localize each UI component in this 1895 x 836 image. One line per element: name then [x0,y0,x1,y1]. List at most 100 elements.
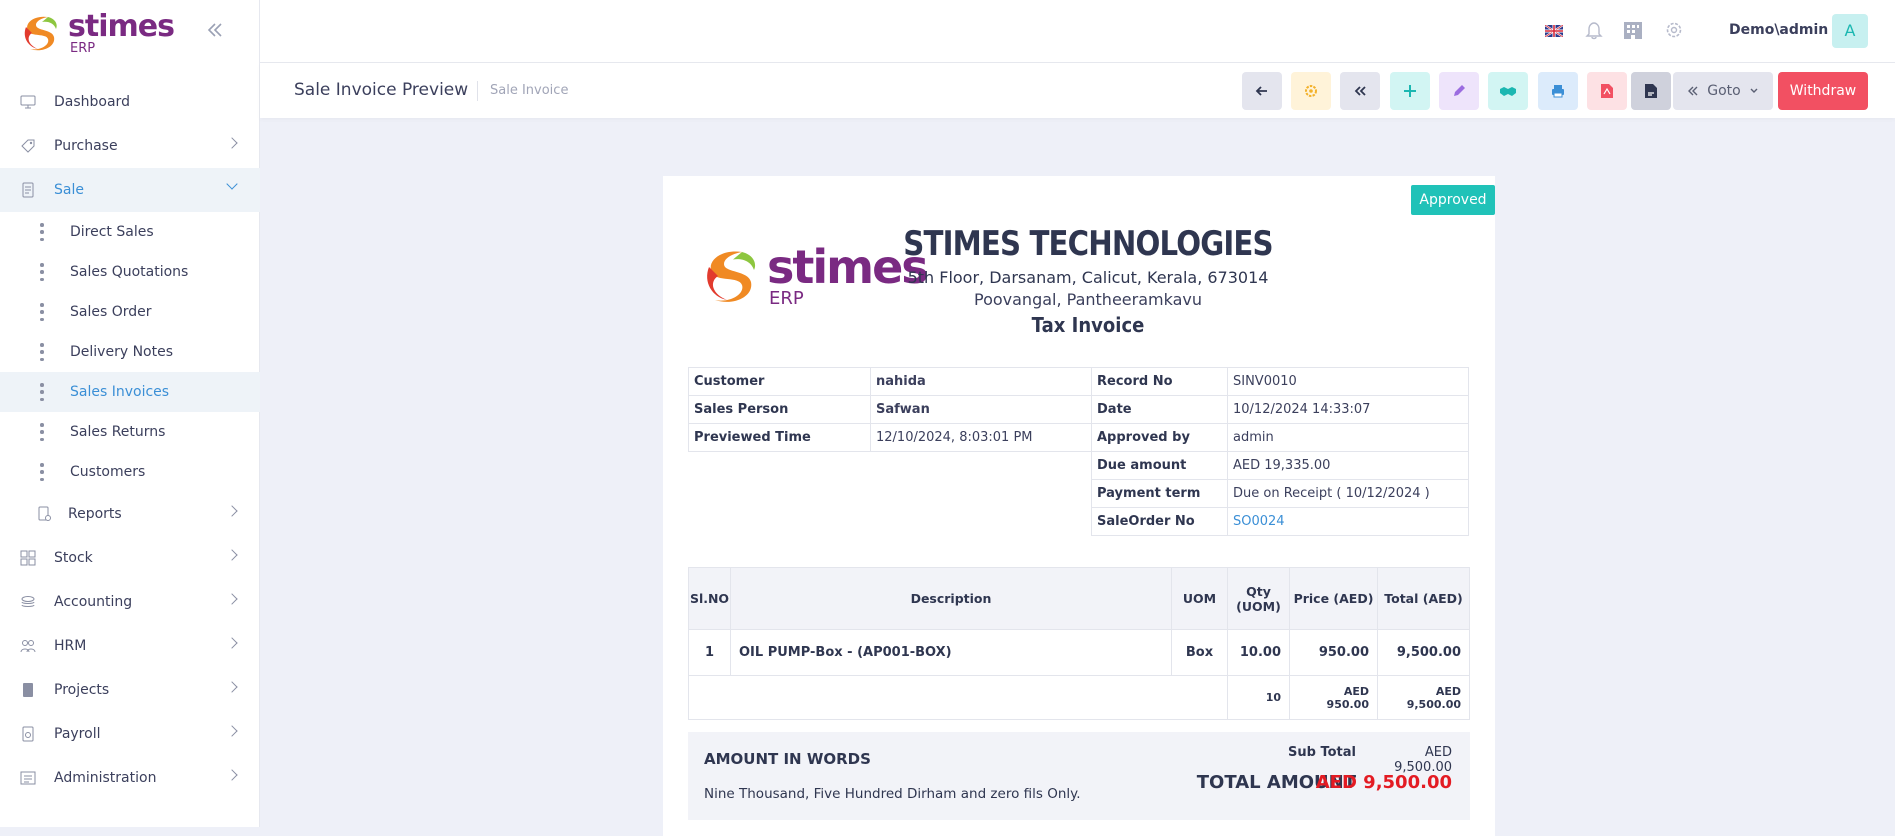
settings-icon [1305,85,1317,97]
print-icon [1552,85,1564,98]
handshake-icon [1500,87,1516,96]
goto-dropdown[interactable]: Goto [1673,72,1773,110]
layers-icon [20,594,36,610]
kebab-icon [40,463,44,481]
sidebar-item-administration[interactable]: Administration [0,756,260,800]
info-row: Customer nahida [688,367,1092,396]
kebab-icon [40,423,44,441]
sidebar-item-accounting[interactable]: Accounting [0,580,260,624]
info-value: AED 19,335.00 [1227,451,1469,480]
sidebar-item-purchase[interactable]: Purchase [0,124,260,168]
sidebar-item-payroll[interactable]: Payroll [0,712,260,756]
add-button[interactable] [1390,72,1430,110]
sidebar-item-dashboard[interactable]: Dashboard [0,80,260,124]
info-value: Due on Receipt ( 10/12/2024 ) [1227,479,1469,508]
info-row: Approved by admin [1091,423,1469,452]
sidebar-subitem-reports[interactable]: Reports [0,492,260,536]
cell-description: OIL PUMP-Box - (AP001-BOX) [730,629,1172,676]
cell-empty [730,675,1172,720]
logo-mark-icon [707,251,756,302]
handshake-button[interactable] [1488,72,1528,110]
double-chevron-left-icon[interactable] [205,20,227,42]
admin-icon [20,770,36,786]
table-row: 1 OIL PUMP-Box - (AP001-BOX) Box 10.00 9… [688,629,1470,676]
gear-icon[interactable] [1663,20,1685,42]
users-icon [20,638,36,654]
info-value: Safwan [870,395,1092,424]
back-arrow-icon [1255,86,1267,96]
info-row: Previewed Time 12/10/2024, 8:03:01 PM [688,423,1092,452]
sidebar-item-projects[interactable]: Projects [0,668,260,712]
info-row: Payment term Due on Receipt ( 10/12/2024 … [1091,479,1469,508]
sale-order-link[interactable]: SO0024 [1227,507,1469,536]
breadcrumb[interactable]: Sale Invoice [490,83,568,98]
info-row: Sales Person Safwan [688,395,1092,424]
col-header-description: Description [730,567,1172,630]
kebab-icon [40,383,44,401]
sidebar-subitem-sales-order[interactable]: Sales Order [0,292,260,332]
company-address-line2: Poovangal, Pantheeramkavu [974,290,1202,309]
info-row: SaleOrder No SO0024 [1091,507,1469,536]
col-header-qty: Qty (UOM) [1227,567,1290,630]
info-value: nahida [870,367,1092,396]
book-icon [20,682,36,698]
totals-panel: AMOUNT IN WORDS Nine Thousand, Five Hund… [688,732,1470,820]
building-icon[interactable] [1622,20,1644,42]
bell-icon[interactable] [1583,20,1605,42]
info-key: Date [1091,395,1228,424]
chevron-right-icon [226,769,238,781]
kebab-icon [40,303,44,321]
add-icon [1404,85,1416,97]
logo-mark-icon [24,16,57,51]
sidebar-subitem-sales-returns[interactable]: Sales Returns [0,412,260,452]
sidebar-subitem-label: Reports [68,506,122,522]
kebab-icon [40,263,44,281]
document-button[interactable] [1631,72,1671,110]
info-key: SaleOrder No [1091,507,1228,536]
user-name[interactable]: Demo\admin [1729,22,1828,38]
logo-main-text: stimes [68,8,175,44]
chevron-right-icon [226,137,238,149]
sidebar-subitem-label: Sales Invoices [70,384,170,400]
report-icon [36,506,52,522]
kebab-icon [40,343,44,361]
app-logo[interactable]: stimes ERP [18,10,178,56]
sidebar-subitem-direct-sales[interactable]: Direct Sales [0,212,260,252]
first-page-button[interactable] [1340,72,1380,110]
sidebar-item-label: Stock [54,550,93,566]
cell-empty [1171,675,1228,720]
withdraw-button[interactable]: Withdraw [1778,72,1868,110]
settings-button[interactable] [1291,72,1331,110]
sidebar-subitem-label: Customers [70,464,146,480]
chevron-right-icon [226,681,238,693]
sidebar-subitem-delivery-notes[interactable]: Delivery Notes [0,332,260,372]
summary-price: AED 950.00 [1289,675,1378,720]
back-button[interactable] [1242,72,1282,110]
avatar[interactable]: A [1832,14,1868,48]
sidebar-subitem-sales-invoices[interactable]: Sales Invoices [0,372,260,412]
edit-button[interactable] [1439,72,1479,110]
sidebar-nav: Dashboard Purchase Sale Direct Sales Sal… [0,80,260,800]
sidebar-subitem-sales-quotations[interactable]: Sales Quotations [0,252,260,292]
col-header-slno: Sl.NO [688,567,731,630]
print-button[interactable] [1538,72,1578,110]
col-header-total: Total (AED) [1377,567,1470,630]
sidebar-item-label: Projects [54,682,110,698]
sidebar-item-sale[interactable]: Sale [0,168,260,212]
sidebar-item-hrm[interactable]: HRM [0,624,260,668]
sidebar: stimes ERP Dashboard Purchase Sale Direc… [0,0,260,827]
pdf-button[interactable] [1587,72,1627,110]
summary-total: AED 9,500.00 [1377,675,1470,720]
total-value: AED 9,500.00 [1315,772,1452,793]
cell-empty [688,675,731,720]
sidebar-subitem-customers[interactable]: Customers [0,452,260,492]
uk-flag-icon[interactable] [1543,20,1565,42]
edit-icon [1454,85,1465,96]
info-row: Date 10/12/2024 14:33:07 [1091,395,1469,424]
info-key: Record No [1091,367,1228,396]
sidebar-item-label: Administration [54,770,157,786]
amount-in-words-label: AMOUNT IN WORDS [704,750,871,768]
sidebar-item-stock[interactable]: Stock [0,536,260,580]
payslip-icon [20,726,36,742]
chevron-right-icon [226,505,238,517]
